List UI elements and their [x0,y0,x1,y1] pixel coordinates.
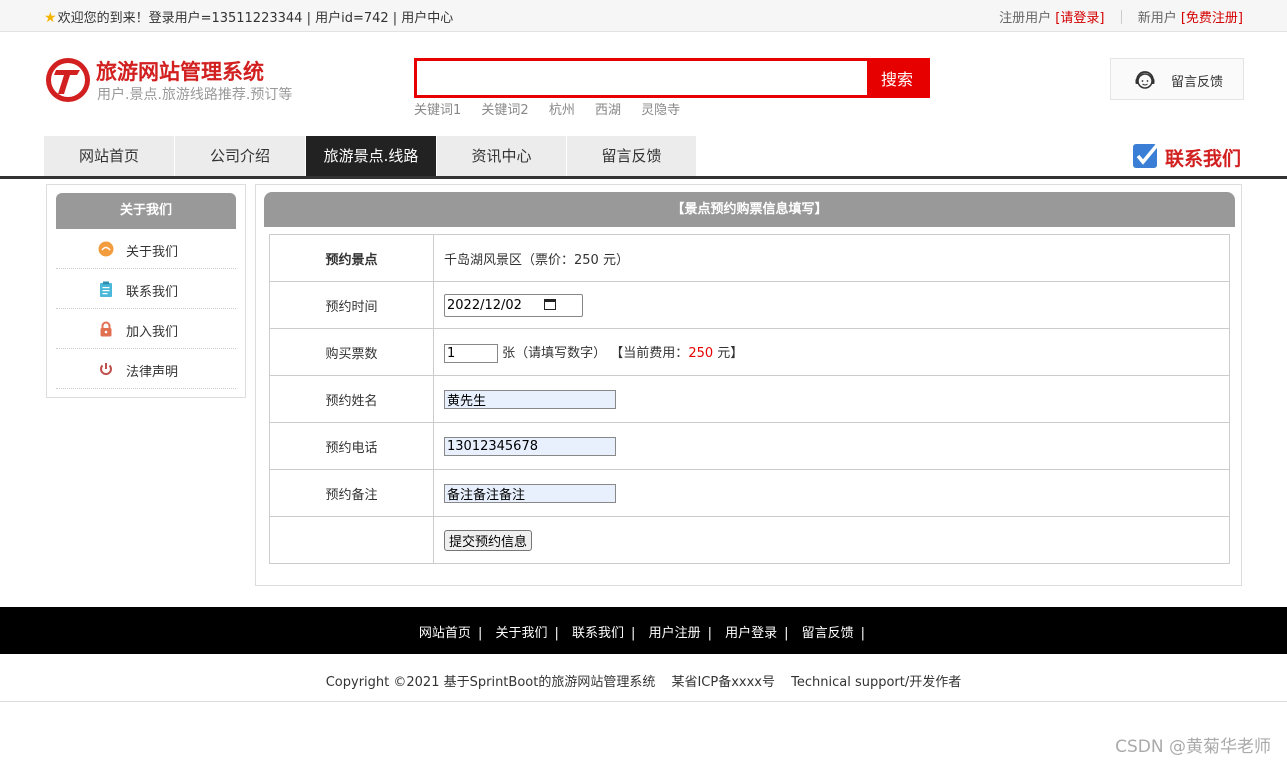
table-row: 预约景点 千岛湖风景区（票价：250 元） [269,234,1230,282]
sidebar-item-legal[interactable]: 法律声明 [56,349,236,389]
login-link[interactable]: [请登录] [1055,11,1104,26]
sidebar-item-about[interactable]: 关于我们 [56,229,236,269]
sidebar-item-label: 联系我们 [126,285,179,300]
fee-prefix: 【当前费用： [610,345,689,361]
sidebar-item-contact[interactable]: 联系我们 [56,269,236,309]
search-box: 搜索 [414,58,930,98]
booking-panel: 【景点预约购票信息填写】 预约景点 千岛湖风景区（票价：250 元） 预约时间 … [255,184,1242,586]
star-icon: ★ [44,10,57,26]
nav-divider [0,176,1287,179]
time-label: 预约时间 [269,281,434,329]
customer-service-icon [1135,71,1155,89]
submit-button[interactable]: 提交预约信息 [444,529,533,551]
sidebar-item-join[interactable]: 加入我们 [56,309,236,349]
footer-divider [0,701,1287,702]
copyright: Copyright ©2021 基于SprintBoot的旅游网站管理系统 某省… [0,671,1287,690]
sidebar-item-label: 关于我们 [126,245,179,260]
date-input[interactable]: 2022/12/02 [444,293,583,317]
copyright-text: Copyright ©2021 基于SprintBoot的旅游网站管理系统 [325,675,656,690]
power-icon [100,363,112,375]
table-row: 预约时间 2022/12/02 [269,281,1230,329]
fee-value: 250 [688,345,714,361]
spot-value: 千岛湖风景区（票价：250 元） [433,234,1230,282]
account-links: 注册用户 [请登录] 新用户 [免费注册] [999,7,1243,26]
fee-suffix: 元】 [713,345,744,361]
nav-item-feedback[interactable]: 留言反馈 [567,136,697,176]
keyword-link[interactable]: 灵隐寺 [641,103,680,118]
calendar-icon[interactable] [543,298,556,310]
note-input[interactable] [444,483,616,503]
panel-title: 【景点预约购票信息填写】 [264,192,1235,227]
table-row: 预约电话 [269,422,1230,470]
spot-label: 预约景点 [269,234,434,282]
booking-form: 预约景点 千岛湖风景区（票价：250 元） 预约时间 2022/12/02 购买… [269,234,1230,564]
empty-cell [269,516,434,564]
quantity-input[interactable] [444,343,498,363]
sidebar-title: 关于我们 [56,193,236,229]
welcome-text: ★欢迎您的到来！登录用户=13511223344 | 用户id=742 | 用户… [44,10,454,26]
search-input[interactable] [417,61,869,95]
free-register-link[interactable]: [免费注册] [1181,11,1243,26]
keyword-link[interactable]: 西湖 [595,103,621,118]
site-subtitle: 用户.景点.旅游线路推荐.预订等 [97,87,293,103]
new-user-label: 新用户 [1137,11,1177,26]
nav-item-news[interactable]: 资讯中心 [437,136,567,176]
note-label: 预约备注 [269,469,434,517]
footer-link-home[interactable]: 网站首页 [419,626,471,641]
site-title: 旅游网站管理系统 [96,60,264,84]
name-label: 预约姓名 [269,375,434,423]
footer-link-register[interactable]: 用户注册 [649,626,701,641]
orange-circle-icon [98,241,114,257]
register-user-label: 注册用户 [999,11,1052,26]
table-row: 预约姓名 [269,375,1230,423]
site-logo-icon [46,58,90,102]
table-row: 提交预约信息 [269,516,1230,564]
divider [1120,10,1122,24]
keyword-link[interactable]: 关键词2 [481,103,528,118]
footer-links: 网站首页 | 关于我们 | 联系我们 | 用户注册 | 用户登录 | 留言反馈 | [418,626,866,641]
keyword-link[interactable]: 关键词1 [414,103,461,118]
contact-us-label: 联系我们 [1165,148,1242,170]
nav-item-scenic-routes[interactable]: 旅游景点.线路 [306,136,437,176]
footer-link-login[interactable]: 用户登录 [725,626,777,641]
support-text: Technical support/开发作者 [791,675,962,690]
footer-link-about[interactable]: 关于我们 [495,626,547,641]
footer-nav: 网站首页 | 关于我们 | 联系我们 | 用户注册 | 用户登录 | 留言反馈 | [0,607,1287,654]
watermark: CSDN @黄菊华老师 [1115,737,1271,757]
hot-keywords: 关键词1 关键词2 杭州 西湖 灵隐寺 [414,99,696,118]
qty-label: 购买票数 [269,328,434,376]
phone-label: 预约电话 [269,422,434,470]
clipboard-icon [100,281,112,297]
nav-item-company[interactable]: 公司介绍 [175,136,306,176]
table-row: 预约备注 [269,469,1230,517]
qty-suffix: 张（请填写数字） [502,345,607,361]
feedback-button[interactable]: 留言反馈 [1110,58,1244,100]
sidebar-item-label: 法律声明 [126,365,179,380]
sidebar-item-label: 加入我们 [126,325,179,340]
footer-link-feedback[interactable]: 留言反馈 [802,626,854,641]
search-button[interactable]: 搜索 [867,61,927,95]
name-input[interactable] [444,389,616,409]
phone-input[interactable] [444,436,616,456]
nav-item-home[interactable]: 网站首页 [44,136,175,176]
checkmark-icon [1133,142,1160,168]
keyword-link[interactable]: 杭州 [549,103,575,118]
footer-link-contact[interactable]: 联系我们 [572,626,624,641]
table-row: 购买票数 张（请填写数字） 【当前费用：250 元】 [269,328,1230,376]
feedback-label: 留言反馈 [1171,75,1224,90]
lock-icon [100,321,112,337]
top-bar: ★欢迎您的到来！登录用户=13511223344 | 用户id=742 | 用户… [0,0,1287,32]
icp-text: 某省ICP备xxxx号 [671,675,775,690]
sidebar: 关于我们 关于我们 联系我们 加入我们 法律声明 [46,184,246,398]
